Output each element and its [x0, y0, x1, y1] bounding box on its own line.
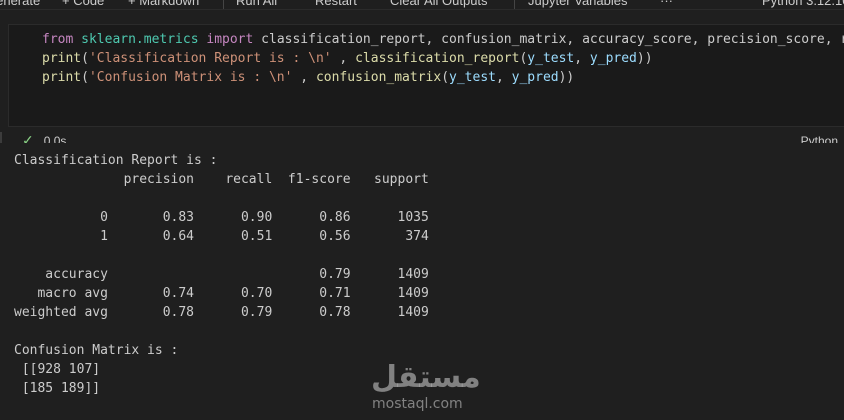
- generate-button[interactable]: Generate: [0, 0, 40, 8]
- output-line: precision recall f1-score support: [14, 172, 429, 187]
- restart-button[interactable]: Restart: [315, 0, 357, 8]
- jupyter-variables-button[interactable]: Jupyter Variables: [528, 0, 627, 8]
- mostaql-watermark: مستقل mostaql.com: [369, 360, 481, 415]
- run-all-button[interactable]: Run All: [236, 0, 277, 8]
- add-markdown-cell-button[interactable]: + Markdown: [128, 0, 199, 8]
- kernel-picker[interactable]: Python 3.12.10: [762, 0, 844, 8]
- code-line-1: from sklearn.metrics import classificati…: [42, 32, 844, 47]
- toolbar-divider: [223, 0, 224, 9]
- toolbar-divider: [514, 0, 515, 9]
- code-cell: from sklearn.metrics import classificati…: [0, 9, 844, 148]
- output-line: [185 189]]: [14, 381, 101, 396]
- code-editor[interactable]: from sklearn.metrics import classificati…: [8, 24, 844, 127]
- output-line: 1 0.64 0.51 0.56 374: [14, 229, 429, 244]
- output-line: weighted avg 0.78 0.79 0.78 1409: [14, 305, 429, 320]
- watermark-url: mostaql.com: [372, 396, 463, 412]
- more-actions-button[interactable]: ···: [660, 0, 673, 8]
- output-line: Confusion Matrix is :: [14, 343, 179, 358]
- output-line: macro avg 0.74 0.70 0.71 1409: [14, 286, 429, 301]
- watermark-logo-text: مستقل: [371, 360, 481, 395]
- code-line-2: print('Classification Report is : \n' , …: [42, 51, 653, 66]
- code-line-3: print('Confusion Matrix is : \n' , confu…: [42, 70, 575, 85]
- output-line: [[928 107]: [14, 362, 101, 377]
- clear-all-outputs-button[interactable]: Clear All Outputs: [390, 0, 488, 8]
- output-line: Classification Report is :: [14, 153, 218, 168]
- notebook-toolbar: Generate + Code + Markdown Run All Resta…: [0, 0, 844, 9]
- add-code-cell-button[interactable]: + Code: [62, 0, 104, 8]
- output-line: 0 0.83 0.90 0.86 1035: [14, 210, 429, 225]
- output-line: accuracy 0.79 1409: [14, 267, 429, 282]
